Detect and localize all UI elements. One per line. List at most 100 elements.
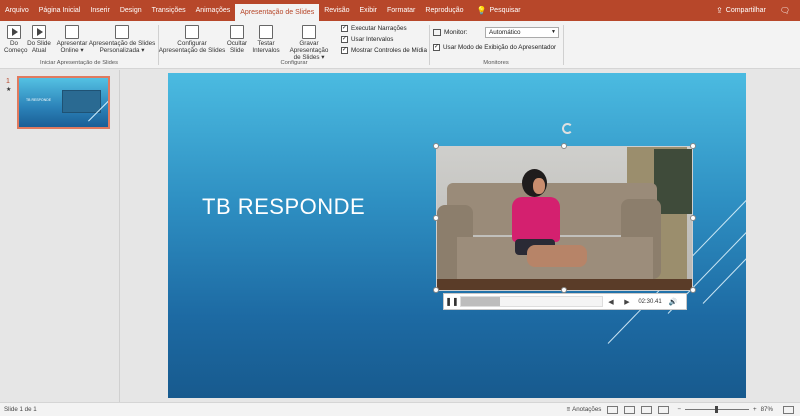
slide-canvas: TB RESPONDE ❚❚ ◀ ▶ 02:30.41 🔊 [121,70,800,402]
video-player[interactable] [436,146,693,291]
monitor-label: Monitor: [433,29,467,36]
monitor-label-text: Monitor: [444,29,468,36]
tab-animacoes[interactable]: Animações [191,0,236,21]
tab-design[interactable]: Design [115,0,147,21]
slide-counter: Slide 1 de 1 [4,406,37,413]
monitor-select[interactable]: Automático ▼ [485,27,559,38]
hide-slide-label-2: Slide [229,47,244,54]
record-slideshow-button[interactable]: Gravar Apresentação de Slides ▾ [280,25,338,61]
present-online-button[interactable]: Apresentar Online ▾ [56,25,88,54]
group-label-monitors: Monitores [483,60,509,66]
checkmark-icon: ✓ [341,25,348,32]
record-label-1: Gravar Apresentação [289,40,329,54]
slide-title[interactable]: TB RESPONDE [202,194,365,220]
hide-slide-label-1: Ocultar [226,40,248,47]
tab-formatar[interactable]: Formatar [382,0,420,21]
slides-panel: 1 ★ TB RESPONDE [0,70,120,402]
resize-handle[interactable] [433,215,439,221]
slide-sorter-icon[interactable] [624,405,636,414]
chevron-down-icon: ▼ [551,29,556,35]
resize-handle[interactable] [433,287,439,293]
video-frame-person [512,197,560,242]
tab-reproducao[interactable]: Reprodução [420,0,468,21]
menubar-right: ⇪ Compartilhar 🗨 [716,6,800,15]
thumbnail-title: TB RESPONDE [26,98,52,102]
play-from-start-icon [7,25,21,39]
resize-handle[interactable] [690,287,696,293]
use-timings-checkbox[interactable]: ✓ Usar Intervalos [341,36,393,43]
record-icon [302,25,316,39]
ribbon-separator [563,25,564,65]
lightbulb-icon: 💡 [476,6,487,15]
tab-inserir[interactable]: Inserir [85,0,114,21]
narrations-label: Executar Narrações [351,25,407,32]
slide-thumbnail[interactable]: TB RESPONDE [17,76,110,129]
play-from-current-icon [32,25,46,39]
step-back-button[interactable]: ◀ [603,298,619,306]
media-controls-label: Mostrar Controles de Mídia [351,47,427,54]
search-label: Pesquisar [489,7,521,14]
checkmark-icon: ✓ [341,36,348,43]
tab-exibir[interactable]: Exibir [354,0,382,21]
custom-slideshow-icon [115,25,129,39]
video-frame-person [533,178,545,194]
decorative-line [702,216,746,304]
custom-slideshow-label-2: Personalizada ▾ [99,47,145,54]
use-timings-label: Usar Intervalos [351,36,394,43]
from-beginning-button[interactable]: Do Começo [4,25,27,54]
share-icon: ⇪ [716,6,723,15]
zoom-percent[interactable]: 87% [761,406,773,413]
reading-view-icon[interactable] [641,405,653,414]
resize-handle[interactable] [561,143,567,149]
resize-handle[interactable] [690,215,696,221]
step-forward-button[interactable]: ▶ [619,298,635,306]
zoom-out-button[interactable]: − [677,406,681,413]
comment-icon[interactable]: 🗨 [780,6,790,15]
rehearse-timings-button[interactable]: Testar Intervalos [251,25,281,54]
status-bar: Slide 1 de 1 ≡ Anotações − + 87% [0,402,800,416]
rotate-handle-icon[interactable] [562,123,573,134]
search-box[interactable]: 💡 Pesquisar [477,6,521,15]
resize-handle[interactable] [433,143,439,149]
tab-revisao[interactable]: Revisão [319,0,354,21]
monitor-select-value: Automático [489,29,521,36]
notes-icon: ≡ [566,406,571,413]
media-progress-bar[interactable] [460,296,603,307]
rehearse-label-1: Testar [257,40,275,47]
checkmark-icon: ✓ [433,44,440,51]
tab-arquivo[interactable]: Arquivo [0,0,34,21]
tab-transicoes[interactable]: Transições [147,0,191,21]
narrations-checkbox[interactable]: ✓ Executar Narrações [341,25,407,32]
zoom-in-button[interactable]: + [753,406,757,413]
custom-slideshow-label-1: Apresentação de Slides [88,40,156,47]
media-controls-checkbox[interactable]: ✓ Mostrar Controles de Mídia [341,47,427,54]
status-right: ≡ Anotações − + 87% [566,405,800,414]
media-controls: ❚❚ ◀ ▶ 02:30.41 🔊 [443,293,687,310]
checkmark-icon: ✓ [341,47,348,54]
ribbon-separator [429,25,430,65]
slide[interactable]: TB RESPONDE ❚❚ ◀ ▶ 02:30.41 🔊 [168,73,746,398]
pause-button[interactable]: ❚❚ [444,297,460,306]
setup-slideshow-button[interactable]: Configurar Apresentação de Slides [158,25,226,54]
hide-slide-button[interactable]: Ocultar Slide [224,25,250,54]
media-progress-fill [461,297,501,306]
fit-to-window-icon[interactable] [783,405,794,414]
custom-slideshow-button[interactable]: Apresentação de Slides Personalizada ▾ [88,25,156,54]
present-online-label-1: Apresentar [56,40,88,47]
zoom-slider-thumb[interactable] [715,406,719,413]
zoom-slider[interactable] [684,406,749,413]
tab-apresentacao-de-slides[interactable]: Apresentação de Slides [235,4,320,21]
share-button[interactable]: Compartilhar [726,7,766,14]
presenter-view-checkbox[interactable]: ✓ Usar Modo de Exibição do Apresentador [433,44,556,51]
from-current-button[interactable]: Do Slide Atual [26,25,52,54]
monitor-icon [433,29,441,36]
setup-slideshow-icon [185,25,199,39]
resize-handle[interactable] [690,143,696,149]
normal-view-icon[interactable] [607,405,619,414]
notes-button[interactable]: Anotações [572,406,601,413]
present-online-icon [65,25,79,39]
presenter-view-label: Usar Modo de Exibição do Apresentador [443,44,557,51]
tab-pagina-inicial[interactable]: Página Inicial [34,0,86,21]
slideshow-view-icon[interactable] [658,405,670,414]
volume-icon[interactable]: 🔊 [665,298,681,306]
